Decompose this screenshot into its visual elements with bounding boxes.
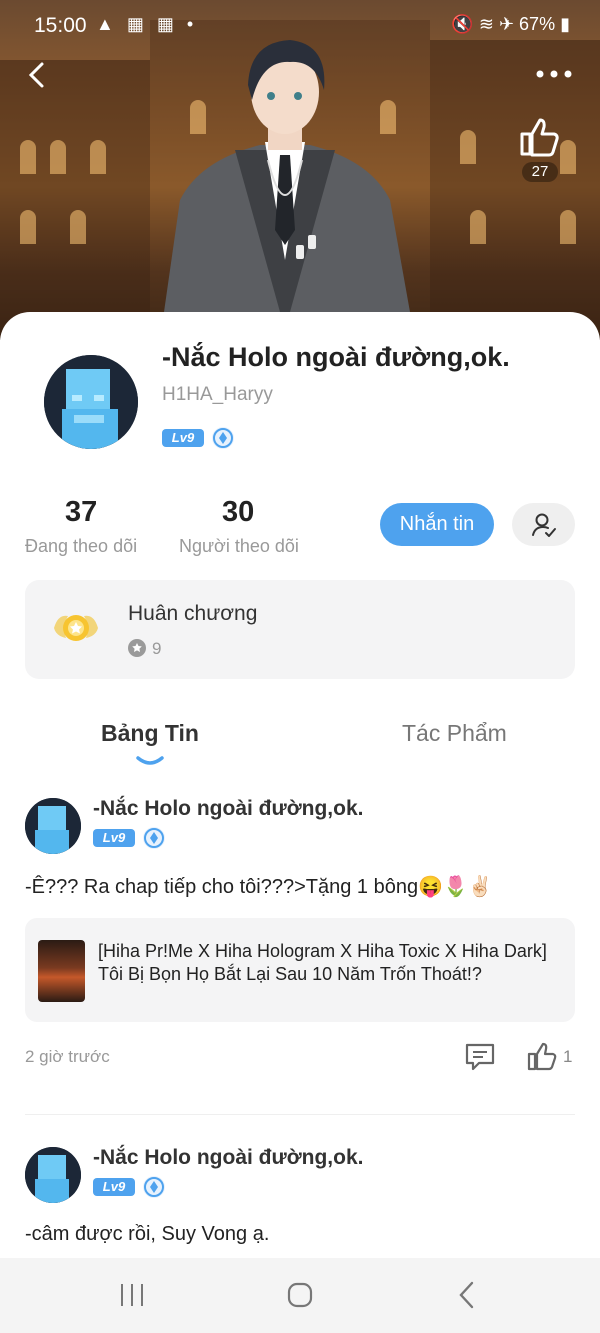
post-divider	[25, 1114, 575, 1115]
story-cover-thumbnail	[38, 940, 85, 1002]
battery-percent: 67%	[519, 14, 556, 34]
linked-story-title: [Hiha Pr!Me X Hiha Hologram X Hiha Toxic…	[98, 941, 547, 984]
post-level-badge: Lv9	[93, 1178, 135, 1196]
home-icon[interactable]	[283, 1278, 317, 1312]
recent-apps-icon[interactable]	[115, 1278, 149, 1312]
status-bar: 15:00 ▲ ▦ ▦ • 🔇 ≋ ✈ 67% ▮	[0, 0, 600, 50]
like-icon[interactable]	[526, 1040, 558, 1072]
cover-like-count: 27	[522, 162, 558, 182]
post-text: -câm được rồi, Suy Vong ạ.	[25, 1223, 270, 1245]
tab-works[interactable]: Tác Phẩm	[402, 720, 507, 747]
post-timestamp: 2 giờ trước	[25, 1047, 110, 1066]
star-icon	[128, 639, 146, 657]
wifi-icon: ≋	[478, 14, 494, 34]
post-author-avatar[interactable]	[25, 798, 81, 854]
post-text: -Ê??? Ra chap tiếp cho tôi???>Tặng 1 bôn…	[25, 876, 493, 898]
medals-count: 9	[152, 639, 162, 658]
mute-icon: 🔇	[451, 14, 474, 34]
tab-news-feed[interactable]: Bảng Tin	[101, 720, 199, 747]
comment-icon[interactable]	[464, 1042, 496, 1072]
character-illustration	[160, 40, 415, 340]
diamond-badge-icon	[212, 427, 234, 449]
profile-name: -Nắc Holo ngoài đường,ok.	[162, 342, 510, 372]
follow-status-button[interactable]	[512, 503, 575, 546]
profile-card	[0, 312, 600, 1333]
message-button[interactable]: Nhắn tin	[380, 503, 494, 546]
level-badge: Lv9	[162, 429, 204, 447]
active-tab-indicator	[136, 756, 164, 765]
profile-cover-image	[0, 0, 600, 340]
medals-panel[interactable]	[25, 580, 575, 679]
airplane-icon: ✈	[498, 14, 515, 34]
followers-label[interactable]: Người theo dõi	[179, 536, 299, 557]
diamond-badge-icon	[143, 827, 165, 849]
following-label[interactable]: Đang theo dõi	[25, 536, 137, 557]
post-level-badge: Lv9	[93, 829, 135, 847]
more-options-icon[interactable]	[534, 62, 574, 86]
diamond-badge-icon	[143, 1176, 165, 1198]
like-thumb-icon[interactable]	[516, 112, 564, 160]
status-time: 15:00	[34, 14, 87, 37]
post-author-name[interactable]: -Nắc Holo ngoài đường,ok.	[93, 797, 363, 821]
battery-icon: ▮	[560, 14, 570, 34]
medal-icon	[54, 615, 98, 641]
following-count[interactable]: 37	[65, 496, 97, 529]
post-author-avatar[interactable]	[25, 1147, 81, 1203]
status-right: 🔇 ≋ ✈ 67% ▮	[451, 14, 570, 35]
notification-icons: ▲ ▦ ▦ •	[96, 14, 198, 34]
post-author-name[interactable]: -Nắc Holo ngoài đường,ok.	[93, 1146, 363, 1170]
followers-count[interactable]: 30	[222, 496, 254, 529]
back-arrow-icon[interactable]	[20, 58, 54, 92]
post-like-count: 1	[563, 1047, 573, 1066]
medals-title: Huân chương	[128, 602, 258, 625]
profile-avatar[interactable]	[44, 355, 138, 449]
profile-handle: H1HA_Haryy	[162, 384, 273, 405]
back-nav-icon[interactable]	[451, 1278, 485, 1312]
user-check-icon	[532, 513, 556, 537]
